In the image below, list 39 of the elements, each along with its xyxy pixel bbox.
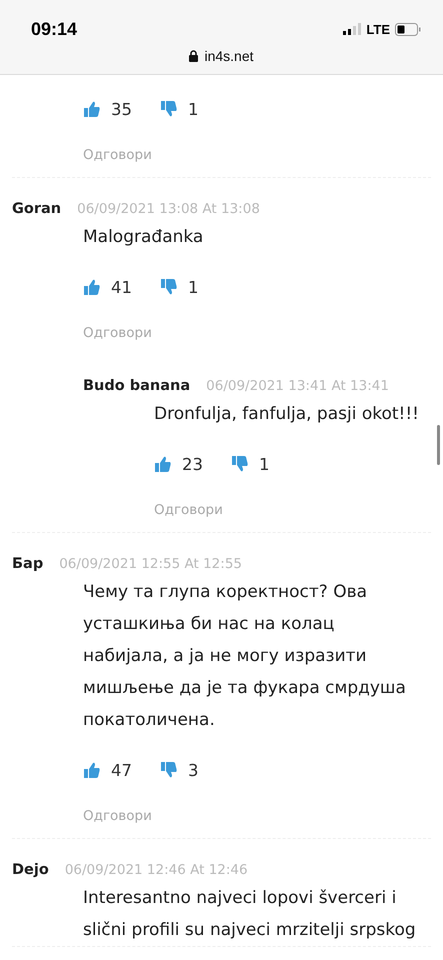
dislike-count: 1 xyxy=(188,278,198,296)
reply-link[interactable]: Одговори xyxy=(83,808,152,824)
comment-author: Budo banana xyxy=(83,378,190,394)
address-url[interactable]: in4s.net xyxy=(204,48,254,64)
thumbs-up-icon[interactable] xyxy=(83,761,101,779)
reply-link[interactable]: Одговори xyxy=(154,502,223,518)
reply-link[interactable]: Одговори xyxy=(83,147,152,163)
thumbs-down-icon[interactable] xyxy=(231,455,249,473)
signal-icon xyxy=(343,23,362,35)
like-count: 35 xyxy=(111,100,132,118)
thumbs-down-icon[interactable] xyxy=(160,100,178,118)
reply-link[interactable]: Одговори xyxy=(83,325,152,341)
comment-date: 06/09/2021 13:41 At 13:41 xyxy=(206,378,389,394)
comment-text: Interesantno najveci lopovi šverceri i slični profili su najveci mrzitelji srpskog xyxy=(83,887,417,942)
like-count: 23 xyxy=(182,454,203,474)
thumbs-down-icon[interactable] xyxy=(160,278,178,296)
comment-text: Dronfulja, fanfulja, pasji okot!!! xyxy=(154,403,420,426)
like-count: 41 xyxy=(111,278,132,296)
comment-author: Goran xyxy=(12,201,62,217)
thumbs-up-icon[interactable] xyxy=(83,278,101,296)
battery-icon xyxy=(395,22,421,36)
comment-text: Чему та глупа коректност? Ова усташкиња би нас на колац набијала, а ја не могу изразити мишљење да је та фукара смрдуша покатоличена. xyxy=(83,581,407,732)
thumbs-up-icon[interactable] xyxy=(154,455,172,473)
comment-author: Бар xyxy=(12,556,44,572)
network-label: LTE xyxy=(366,22,390,36)
dislike-count: 1 xyxy=(188,100,198,118)
comment-text: Malograđanka xyxy=(83,226,204,249)
status-time: 09:14 xyxy=(31,18,78,40)
like-count: 47 xyxy=(111,760,132,780)
dislike-count: 1 xyxy=(259,454,270,474)
thumbs-up-icon[interactable] xyxy=(83,100,101,118)
comment-date: 06/09/2021 12:55 At 12:55 xyxy=(59,556,242,572)
lock-icon xyxy=(189,50,198,62)
comment-author: Dejo xyxy=(12,862,49,878)
comment-date: 06/09/2021 12:46 At 12:46 xyxy=(64,862,248,878)
dislike-count: 3 xyxy=(188,760,198,780)
comment-date: 06/09/2021 13:08 At 13:08 xyxy=(77,201,260,217)
scroll-indicator xyxy=(437,425,440,465)
thumbs-down-icon[interactable] xyxy=(160,761,178,779)
